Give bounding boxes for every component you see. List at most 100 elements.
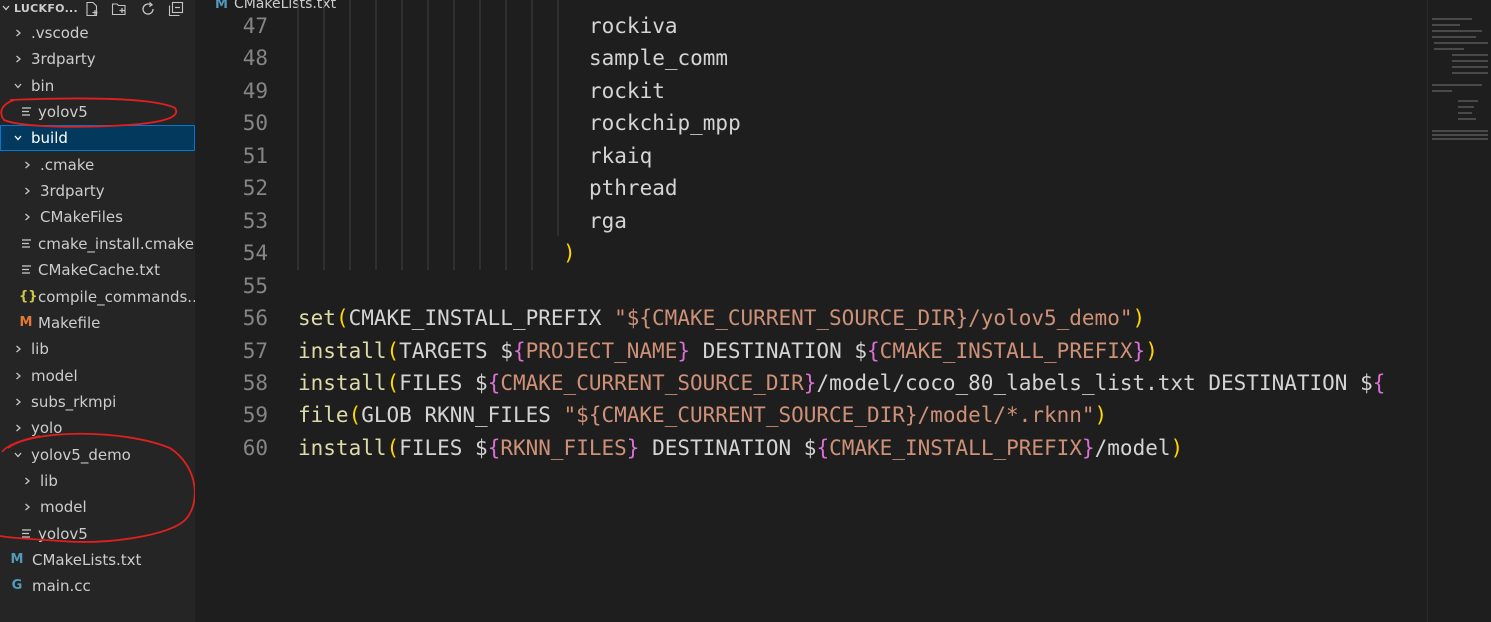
code-text: file(GLOB RKNN_FILES "${CMAKE_CURRENT_SO… — [298, 399, 1107, 432]
tree-item-label: 3rdparty — [40, 182, 105, 201]
code-token: } — [1081, 435, 1095, 460]
chevron-right-icon — [16, 29, 21, 37]
tree-item-3rdparty[interactable]: 3rdparty — [0, 178, 195, 204]
code-line[interactable]: 49 rockit — [195, 75, 1427, 108]
code-text: ) — [563, 237, 576, 270]
tree-item-yolov5[interactable]: yolov5 — [0, 99, 195, 125]
chevron-right-icon — [25, 213, 30, 221]
tree-item-model[interactable]: model — [0, 494, 195, 520]
tree-item-label: .vscode — [31, 24, 89, 42]
code-token: install — [298, 435, 387, 460]
tree-item-cmakelists-txt[interactable]: M CMakeLists.txt — [0, 547, 195, 573]
tree-item-cmakefiles[interactable]: CMakeFiles — [0, 204, 195, 230]
chevron-down-icon — [14, 83, 22, 89]
explorer-header: LUCKFO... — [0, 0, 195, 18]
code-token: "${CMAKE_CURRENT_SOURCE_DIR}/model/*.rkn… — [563, 403, 1095, 428]
code-editor[interactable]: 47 rockiva 48 sample_comm 49 rockit 50 rockchip… — [195, 0, 1427, 622]
chevron-right-icon — [16, 372, 21, 380]
tree-item-lib[interactable]: lib — [0, 336, 195, 362]
line-number: 51 — [242, 143, 268, 168]
tree-item-label: yolov5 — [38, 524, 88, 543]
code-token: DESTINATION $ — [639, 435, 817, 460]
tree-item-3rdparty[interactable]: 3rdparty — [0, 46, 195, 72]
chevron-right-icon — [16, 345, 21, 353]
code-token: ) — [1132, 306, 1146, 331]
tree-item-yolov5[interactable]: yolov5 — [0, 521, 195, 547]
new-file-icon[interactable] — [84, 1, 100, 17]
code-token: RKNN_FILES — [500, 435, 627, 460]
code-token: ( — [348, 403, 362, 428]
code-token: CMAKE_CURRENT_SOURCE_DIR — [500, 370, 804, 395]
tree-item-cmake-install-cmake[interactable]: cmake_install.cmake — [0, 231, 195, 257]
code-line[interactable]: 57 install(TARGETS ${PROJECT_NAME} DESTIN… — [195, 335, 1427, 368]
code-line[interactable]: 58 install(FILES ${CMAKE_CURRENT_SOURCE_D… — [195, 367, 1427, 400]
tree-item-bin[interactable]: bin — [0, 73, 195, 99]
code-token: rockiva — [589, 14, 678, 38]
tree-item-build[interactable]: build — [0, 125, 195, 152]
code-line[interactable]: 55 — [195, 270, 1427, 303]
line-number: 56 — [242, 306, 268, 331]
chevron-right-icon — [25, 187, 30, 195]
minimap-preview — [1432, 18, 1488, 140]
code-token: GLOB RKNN_FILES — [361, 403, 564, 428]
tree-item-lib[interactable]: lib — [0, 468, 195, 494]
tree-item-cmakecache-txt[interactable]: CMakeCache.txt — [0, 257, 195, 283]
refresh-icon[interactable] — [140, 1, 156, 17]
line-number: 60 — [242, 435, 268, 460]
code-line[interactable]: 53 rga — [195, 205, 1427, 238]
code-token: ) — [1145, 338, 1158, 363]
workspace-title[interactable]: LUCKFO... — [14, 0, 78, 17]
code-token: FILES $ — [399, 370, 488, 395]
code-line[interactable]: 60 install(FILES ${RKNN_FILES} DESTINATIO… — [195, 432, 1427, 465]
tree-item-label: 3rdparty — [31, 50, 96, 69]
code-text: rockit — [589, 75, 665, 108]
code-token: sample_comm — [589, 46, 729, 71]
tree-item-makefile[interactable]: M Makefile — [0, 310, 195, 336]
code-token: } — [1132, 338, 1146, 363]
code-token: CMAKE_INSTALL_PREFIX — [829, 435, 1082, 460]
minimap[interactable] — [1427, 0, 1491, 622]
tree-item-label: yolo — [31, 419, 63, 438]
tree-item-cmake[interactable]: .cmake — [0, 152, 195, 178]
code-token: ) — [1094, 403, 1108, 428]
code-text: install(FILES ${CMAKE_CURRENT_SOURCE_DIR… — [298, 367, 1385, 400]
code-line[interactable]: 50 rockchip_mpp — [195, 107, 1427, 140]
tree-item-yolo[interactable]: yolo — [0, 415, 195, 441]
code-token: } — [803, 370, 817, 395]
code-line[interactable]: 51 rkaiq — [195, 140, 1427, 173]
chevron-down-icon — [14, 452, 22, 458]
code-line[interactable]: 54) — [195, 237, 1427, 270]
code-line[interactable]: 52 pthread — [195, 172, 1427, 205]
tree-item-label: bin — [31, 76, 55, 95]
code-text: rockchip_mpp — [589, 107, 741, 140]
explorer-sidebar: LUCKFO... .vscode 3rdparty bin yolov5 build.… — [0, 0, 195, 622]
code-token: } — [626, 435, 640, 460]
line-number: 55 — [242, 273, 268, 298]
new-folder-icon[interactable] — [111, 1, 127, 17]
code-token: ( — [386, 370, 400, 395]
line-number: 57 — [242, 338, 268, 363]
chevron-right-icon — [25, 503, 30, 511]
code-token: install — [298, 338, 387, 363]
code-line[interactable]: 56 set(CMAKE_INSTALL_PREFIX "${CMAKE_CURR… — [195, 302, 1427, 335]
tree-item-vscode[interactable]: .vscode — [0, 20, 195, 46]
collapse-all-icon[interactable] — [168, 1, 184, 17]
code-line[interactable]: 59 file(GLOB RKNN_FILES "${CMAKE_CURRENT_… — [195, 399, 1427, 432]
tree-item-main-cc[interactable]: Gmain.cc — [0, 573, 195, 599]
code-line[interactable]: 47 rockiva — [195, 10, 1427, 43]
tree-item-compile-commands[interactable]: {} compile_commands.... — [0, 284, 195, 310]
code-text: rkaiq — [589, 140, 652, 173]
tree-item-subs-rkmpi[interactable]: subs_rkmpi — [0, 389, 195, 415]
tree-item-model[interactable]: model — [0, 363, 195, 389]
code-token: { — [487, 435, 501, 460]
chevron-right-icon — [16, 55, 21, 63]
code-text: sample_comm — [589, 42, 728, 75]
chevron-down-icon[interactable] — [2, 4, 10, 12]
tree-item-label: yolov5_demo — [31, 445, 131, 464]
line-number: 59 — [242, 403, 268, 428]
code-line[interactable]: 48 sample_comm — [195, 42, 1427, 75]
code-token: { — [867, 338, 880, 363]
chevron-right-icon — [16, 424, 21, 432]
tree-item-yolov5-demo[interactable]: yolov5_demo — [0, 442, 195, 468]
tree-item-label: main.cc — [32, 577, 91, 596]
